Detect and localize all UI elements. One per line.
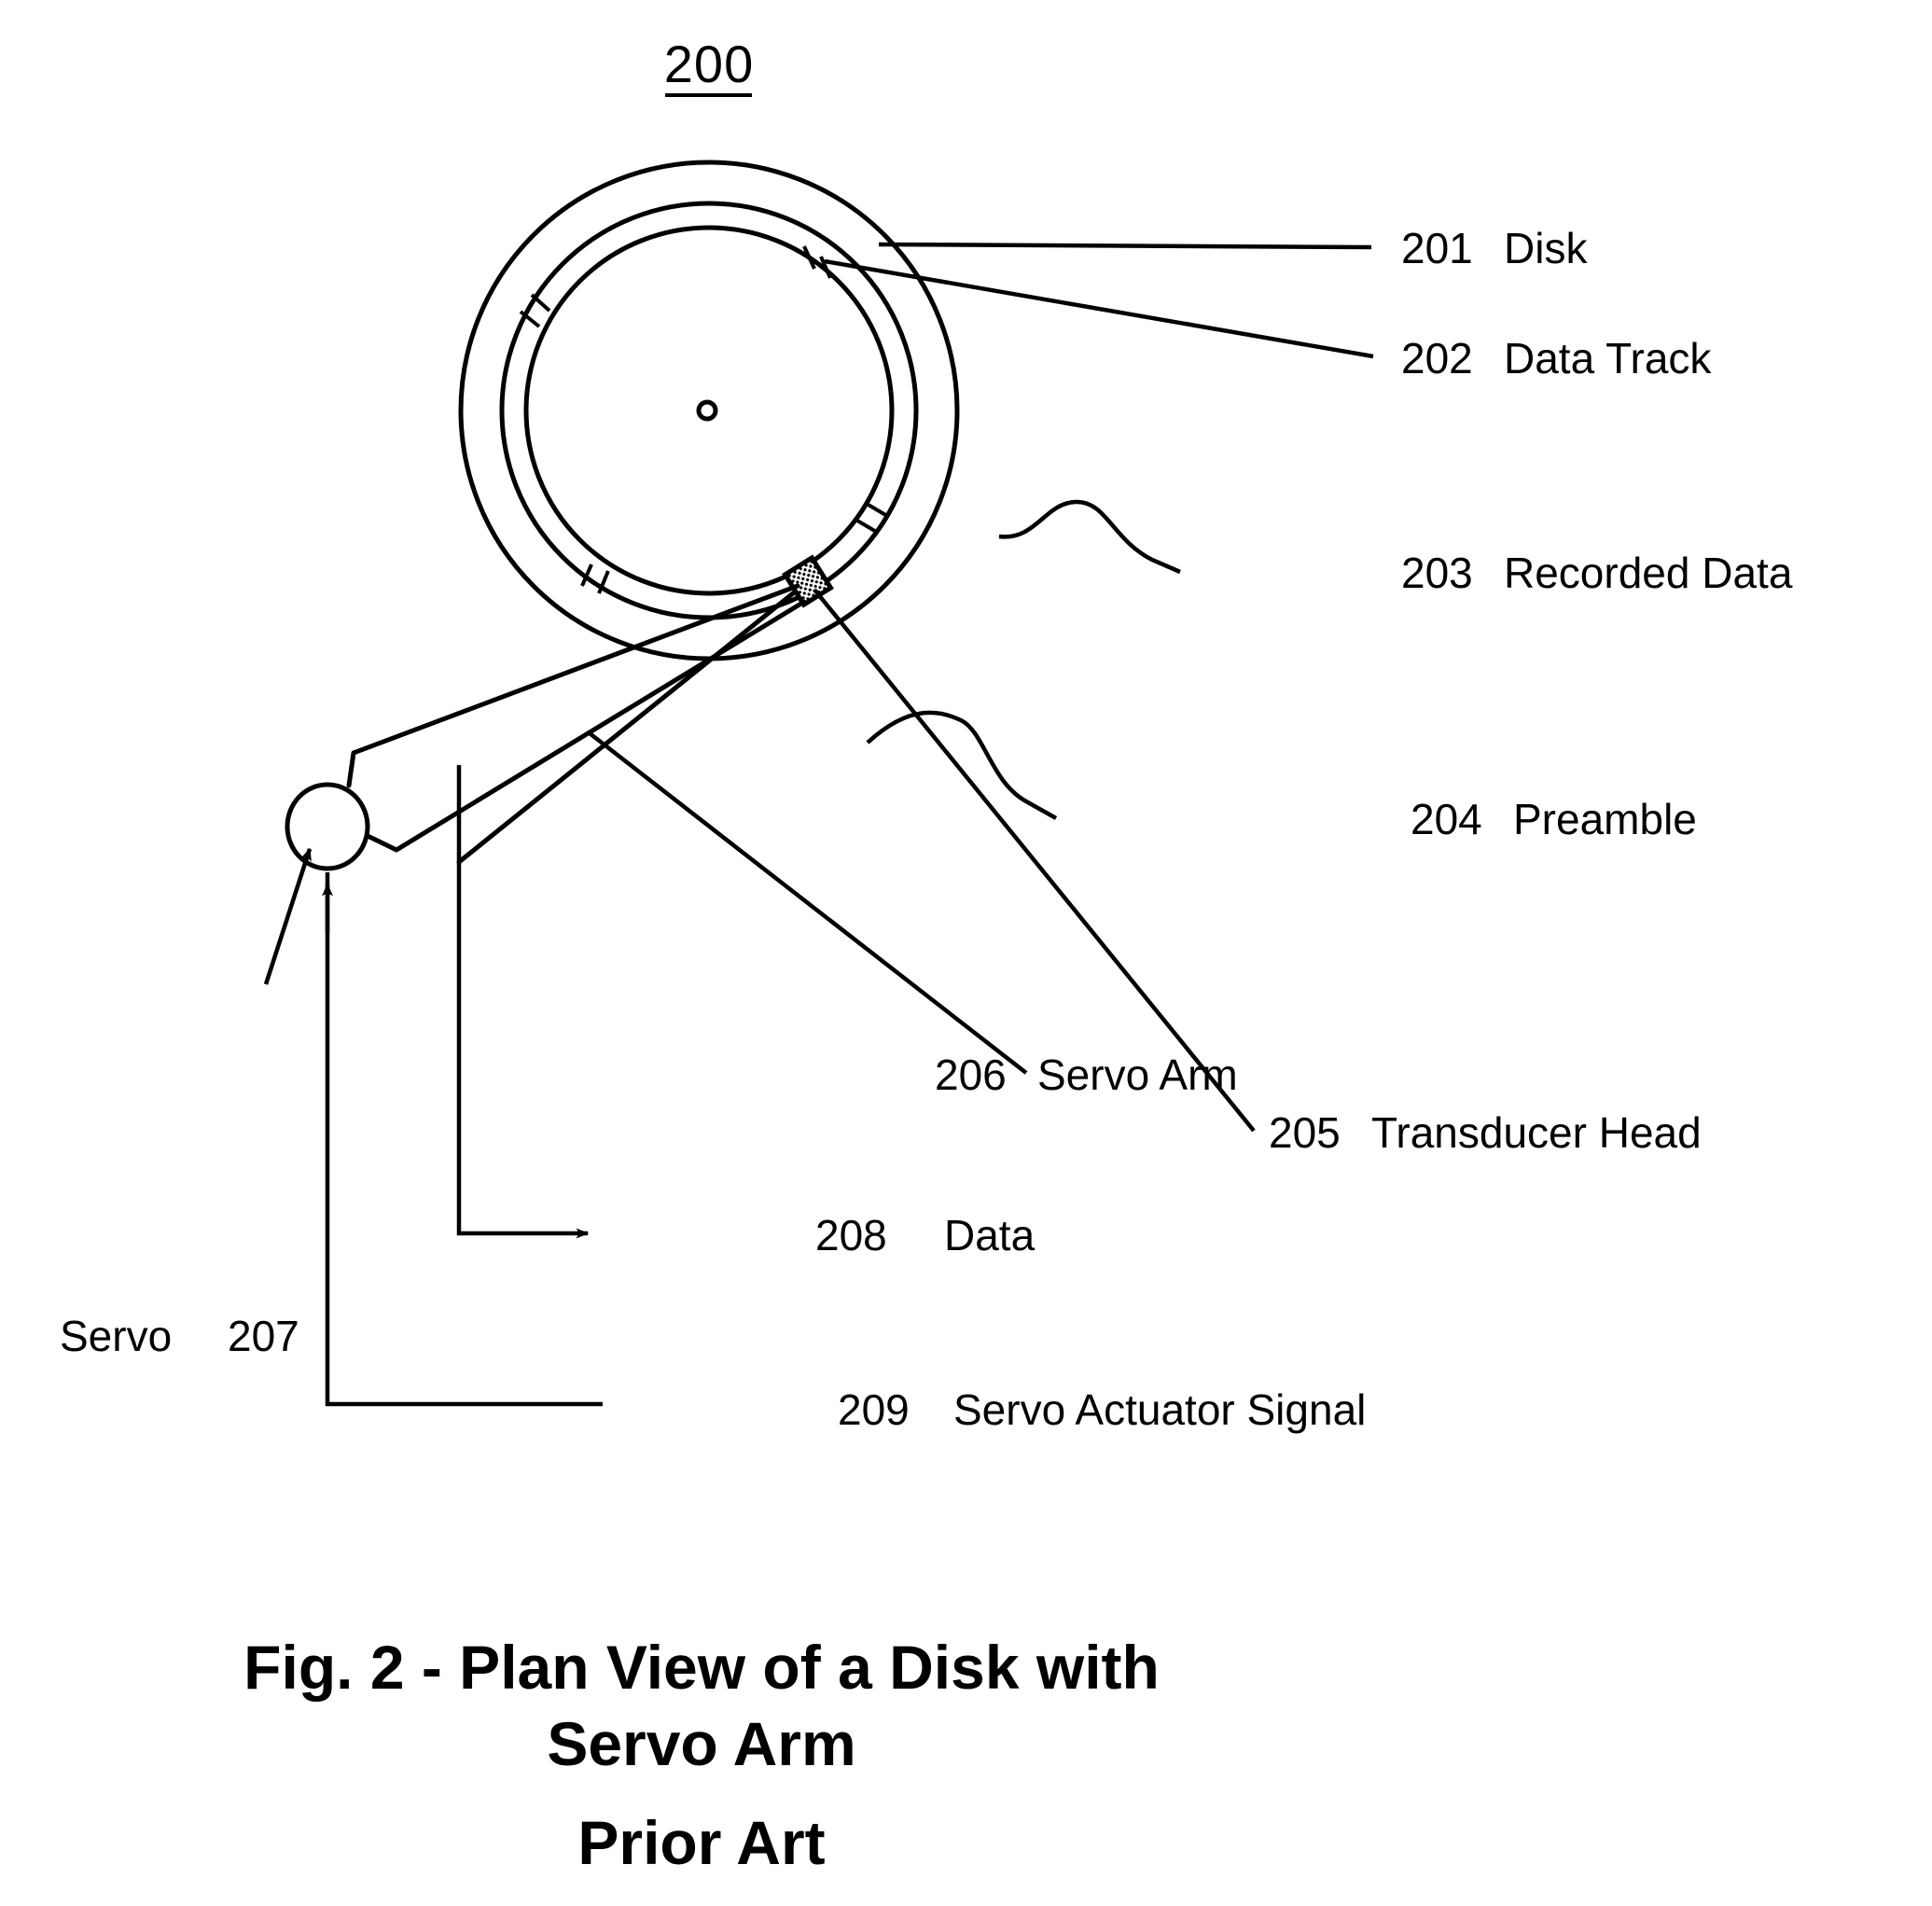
servo-pivot-hub [285, 782, 370, 871]
callout-203: 203 Recorded Data [1401, 549, 1793, 597]
callout-204-number: 204 [1411, 795, 1482, 843]
transducer-head-icon [782, 554, 834, 608]
callout-201-number: 201 [1401, 224, 1473, 272]
servo-arm-crease [456, 591, 796, 865]
figure-drawing-canvas: 200 201 Disk 202 Data Track 203 Recorded… [60, 35, 1793, 1877]
spindle-hole-icon [696, 399, 718, 422]
caption-line-1: Fig. 2 - Plan View of a Disk with [243, 1633, 1160, 1702]
leader-line-203 [998, 499, 1181, 575]
callout-203-label: Recorded Data [1504, 549, 1793, 597]
callout-201-label: Disk [1504, 224, 1588, 272]
callout-203-number: 203 [1401, 549, 1473, 597]
callout-202-number: 202 [1401, 334, 1473, 383]
callout-205: 205 Transducer Head [1269, 1108, 1702, 1157]
servo-block-name: Servo [60, 1312, 172, 1360]
caption-line-2: Servo Arm [547, 1709, 855, 1778]
figure-number-group: 200 [664, 35, 754, 97]
patent-figure: 200 201 Disk 202 Data Track 203 Recorded… [0, 0, 1932, 1906]
callout-209-label: Servo Actuator Signal [953, 1385, 1366, 1434]
servo-block-caption: Servo 207 [60, 1312, 299, 1360]
callout-206-number: 206 [935, 1050, 1007, 1099]
callout-206-label: Servo Arm [1037, 1050, 1238, 1099]
leader-line-201 [878, 242, 1372, 250]
servo-block-number: 207 [228, 1312, 299, 1360]
callout-204: 204 Preamble [1411, 795, 1697, 843]
signal-line-209 [325, 872, 603, 1407]
callout-206: 206 Servo Arm [935, 1050, 1238, 1099]
callout-208-label: Data [944, 1211, 1035, 1259]
callout-202-label: Data Track [1504, 334, 1712, 383]
callout-205-label: Transducer Head [1371, 1108, 1702, 1157]
figure-number: 200 [664, 35, 754, 93]
callout-209-number: 209 [838, 1385, 910, 1434]
callout-202: 202 Data Track [1401, 334, 1712, 383]
servo-pointer-arrow-207 [263, 847, 313, 985]
caption-prior-art: Prior Art [577, 1808, 825, 1877]
leader-line-206 [588, 731, 1028, 1075]
callout-205-number: 205 [1269, 1108, 1341, 1157]
signal-line-208 [456, 765, 590, 1239]
callout-208-number: 208 [815, 1211, 887, 1259]
leader-line-204 [866, 710, 1058, 820]
figure-caption: Fig. 2 - Plan View of a Disk with Servo … [243, 1633, 1160, 1877]
callout-201: 201 Disk [1401, 224, 1588, 272]
leader-line-205 [813, 588, 1256, 1133]
callout-204-label: Preamble [1513, 795, 1697, 843]
callout-209: 209 Servo Actuator Signal [838, 1385, 1366, 1434]
leader-line-202 [824, 258, 1374, 359]
callout-208: 208 Data [815, 1211, 1035, 1259]
